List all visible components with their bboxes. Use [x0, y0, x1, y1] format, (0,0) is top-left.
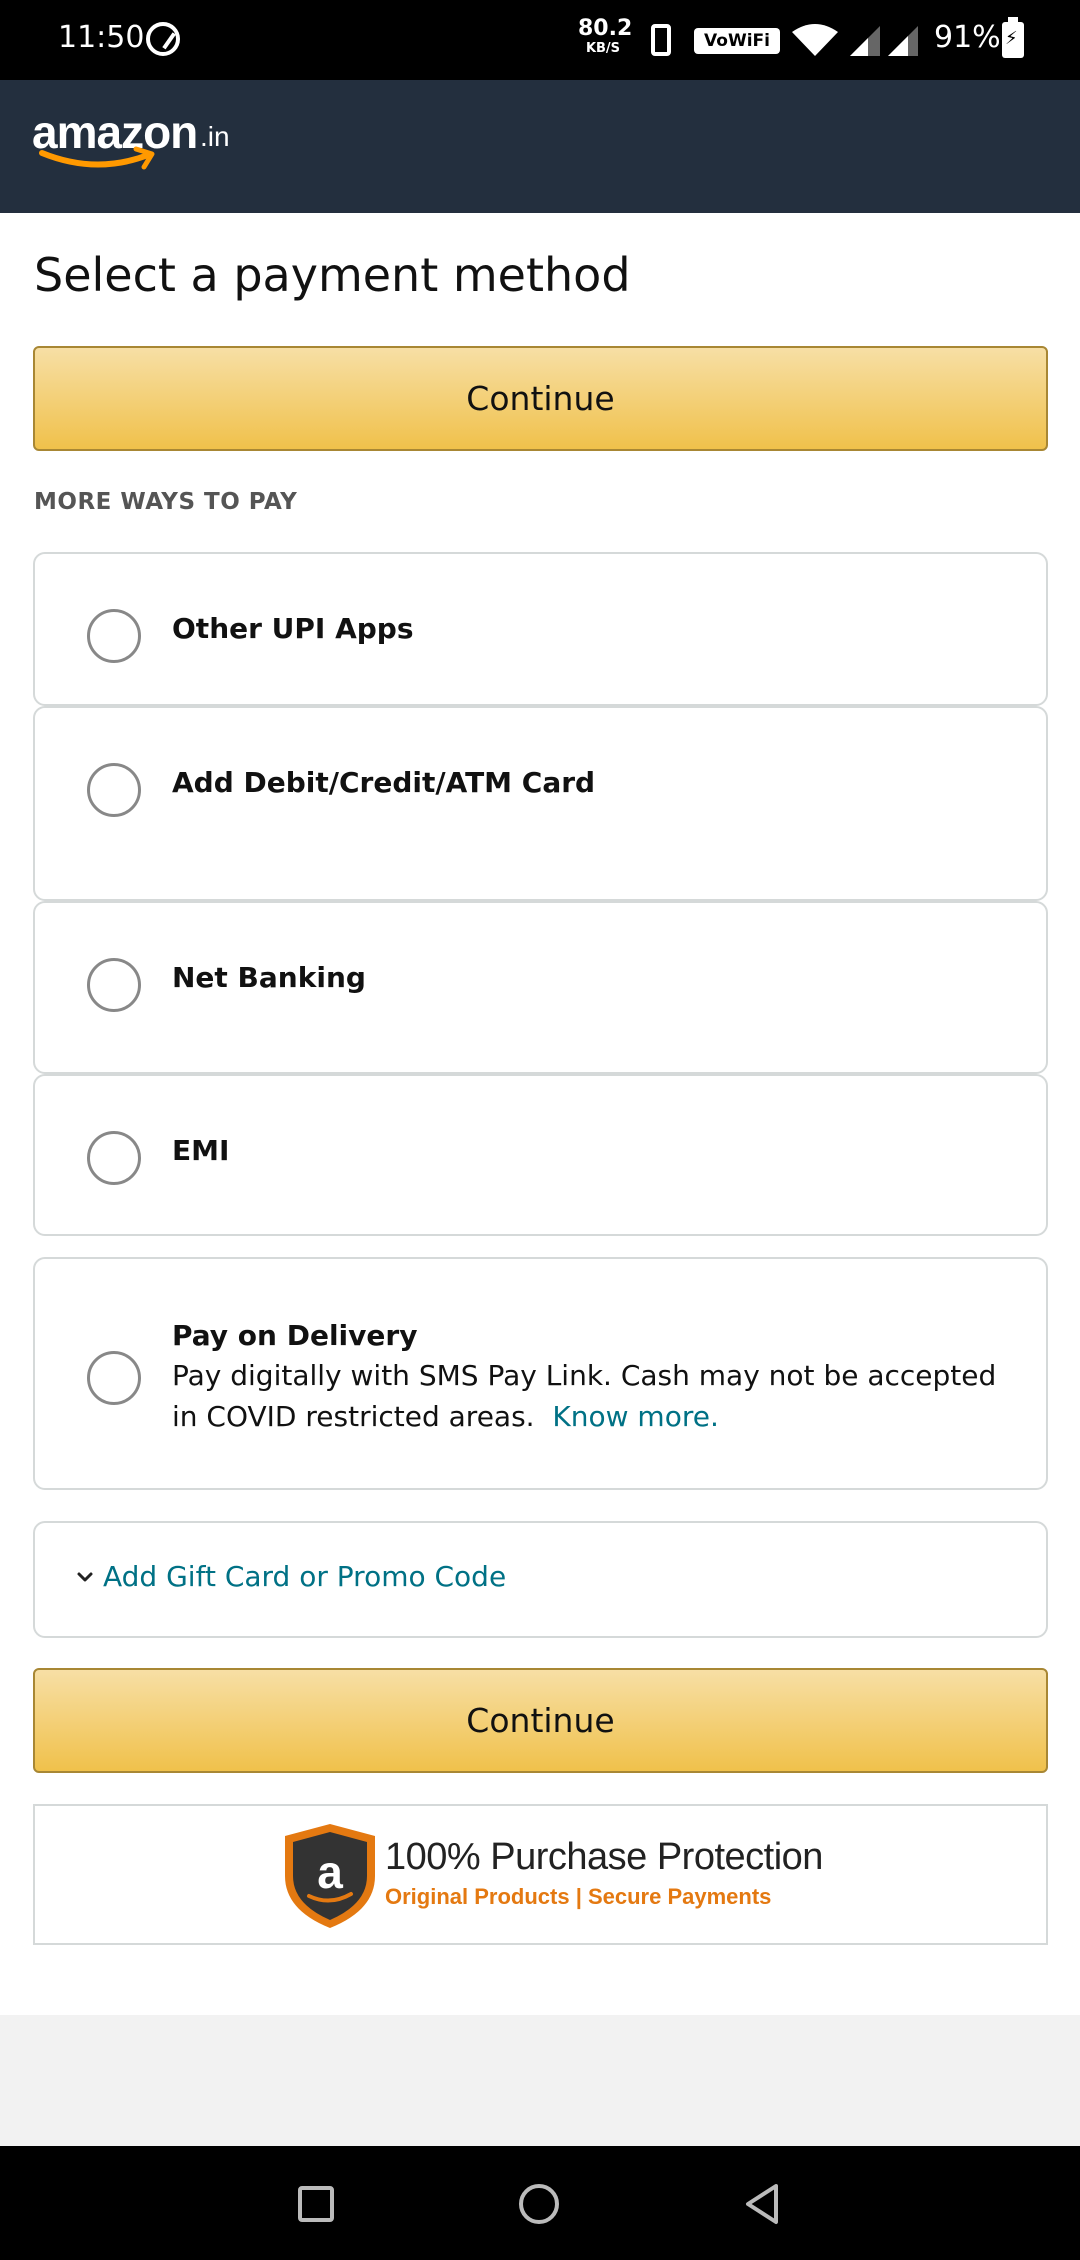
amazon-logo[interactable]: amazon .in — [32, 105, 272, 185]
continue-button-bottom[interactable]: Continue — [33, 1668, 1048, 1773]
data-saver-icon — [146, 22, 180, 56]
radio-button[interactable] — [87, 609, 141, 663]
radio-button[interactable] — [87, 1351, 141, 1405]
payment-option-description: Pay digitally with SMS Pay Link. Cash ma… — [172, 1355, 1012, 1437]
network-speed-value: 80.2 — [578, 16, 633, 41]
radio-button[interactable] — [87, 1131, 141, 1185]
radio-button[interactable] — [87, 763, 141, 817]
signal-icon — [888, 26, 918, 56]
payment-option-label: Pay on Delivery — [172, 1319, 418, 1352]
payment-option-netbanking[interactable]: Net Banking — [33, 901, 1048, 1074]
gift-card-section[interactable]: Add Gift Card or Promo Code — [33, 1521, 1048, 1638]
home-icon[interactable] — [519, 2184, 559, 2224]
payment-option-card[interactable]: Add Debit/Credit/ATM Card — [33, 706, 1048, 901]
chevron-down-icon — [77, 1572, 93, 1582]
recent-apps-icon[interactable] — [298, 2186, 334, 2222]
payment-option-label: Add Debit/Credit/ATM Card — [172, 766, 596, 799]
system-nav-bar — [0, 2146, 1080, 2260]
smile-arrow-icon — [39, 146, 155, 170]
wifi-icon — [792, 24, 838, 56]
purchase-protection-banner: a 100% Purchase Protection Original Prod… — [33, 1804, 1048, 1945]
payment-option-label: Net Banking — [172, 961, 366, 994]
battery-charging-icon — [1002, 17, 1024, 58]
logo-tld: .in — [200, 121, 230, 152]
section-label-more-ways: MORE WAYS TO PAY — [34, 489, 298, 515]
payment-option-emi[interactable]: EMI — [33, 1074, 1048, 1236]
payment-option-label: Other UPI Apps — [172, 612, 414, 645]
signal-icon — [850, 26, 880, 56]
app-header: amazon .in — [0, 80, 1080, 213]
protection-title: 100% Purchase Protection — [385, 1836, 823, 1878]
status-time: 11:50 — [58, 20, 145, 55]
back-icon[interactable] — [742, 2182, 782, 2226]
payment-option-upi[interactable]: Other UPI Apps — [33, 552, 1048, 706]
know-more-link[interactable]: Know more. — [552, 1400, 718, 1433]
vowifi-badge: VoWiFi — [694, 28, 780, 54]
phone-icon — [651, 24, 671, 56]
svg-text:a: a — [317, 1846, 343, 1898]
payment-option-pay-on-delivery[interactable]: Pay on Delivery Pay digitally with SMS P… — [33, 1257, 1048, 1490]
page-title: Select a payment method — [34, 248, 631, 302]
battery-percent: 91% — [934, 20, 1001, 55]
payment-page: Select a payment method Continue MORE WA… — [0, 213, 1080, 2015]
network-speed-unit: KB/S — [585, 41, 621, 56]
amazon-shield-icon: a — [285, 1824, 375, 1928]
add-gift-card-link[interactable]: Add Gift Card or Promo Code — [103, 1560, 506, 1593]
payment-option-label: EMI — [172, 1134, 230, 1167]
radio-button[interactable] — [87, 958, 141, 1012]
network-speed: 80.2 KB/S — [578, 16, 633, 56]
continue-button-top[interactable]: Continue — [33, 346, 1048, 451]
status-bar: 11:50 80.2 KB/S VoWiFi 91% — [0, 0, 1080, 80]
protection-subtitle: Original Products | Secure Payments — [385, 1884, 772, 1909]
